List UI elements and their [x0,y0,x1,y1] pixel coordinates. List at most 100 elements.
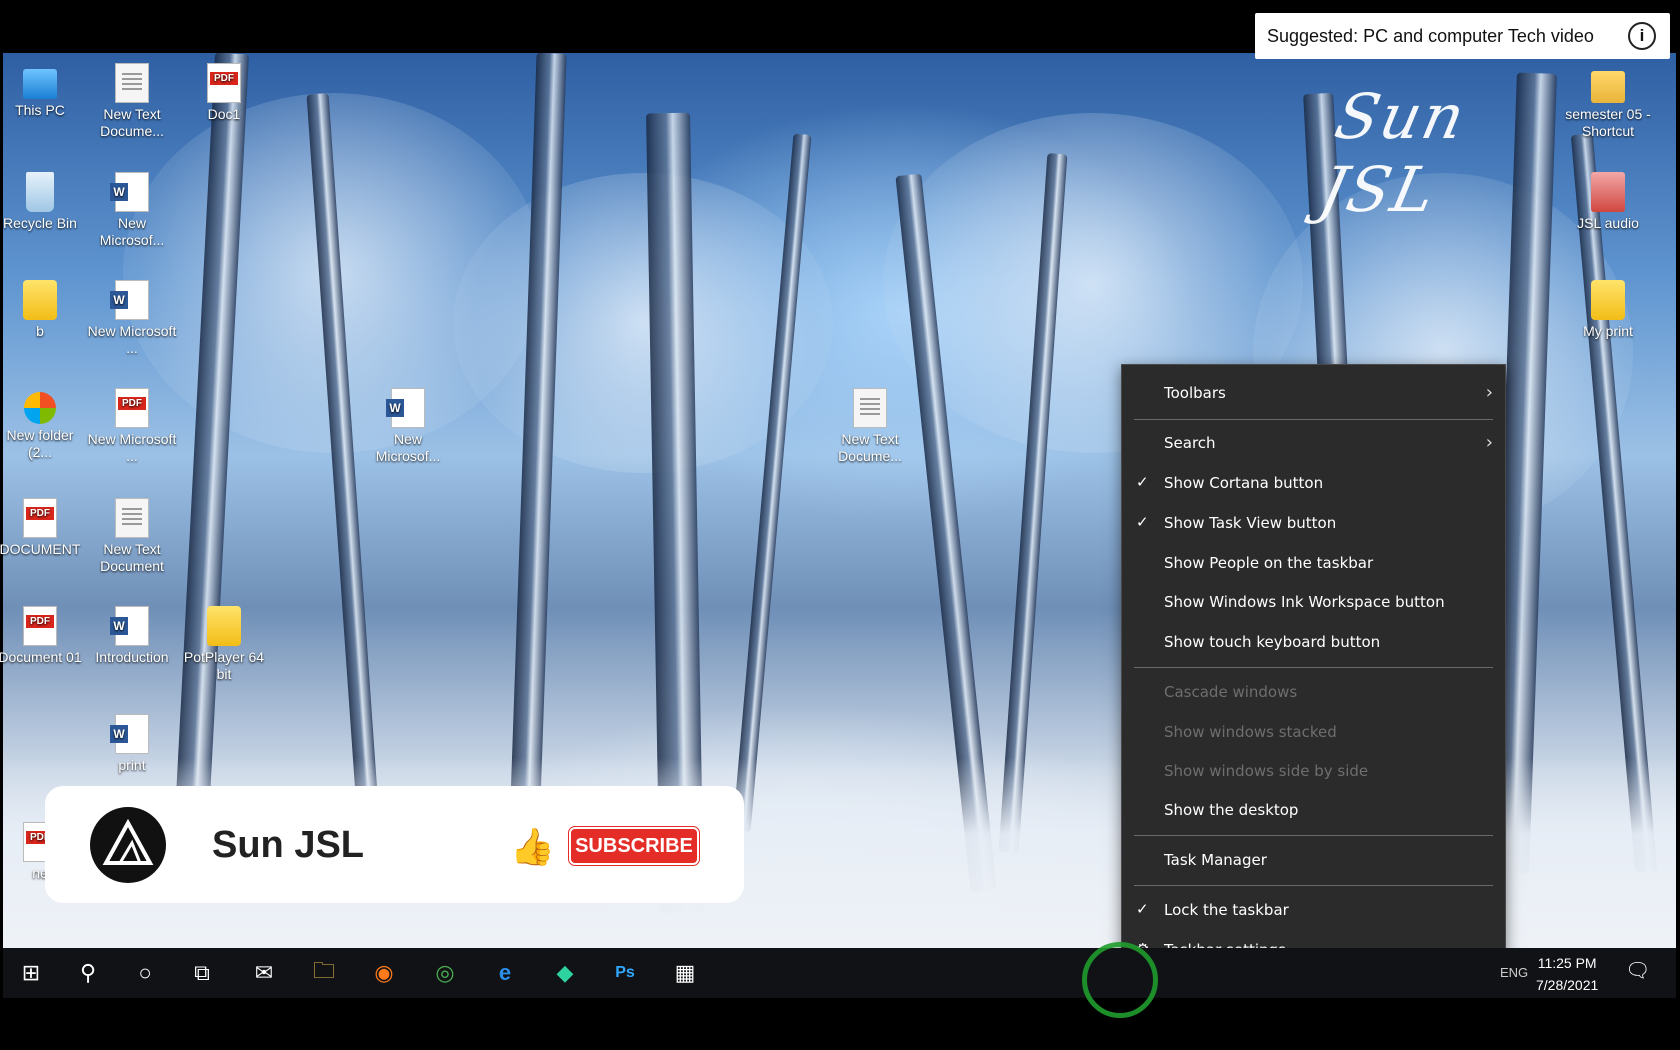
desktop-icon-new-text-document[interactable]: New Text Docume... [86,63,178,153]
photoshop-button[interactable]: Ps [597,948,653,998]
firefox-icon: ◉ [374,960,394,985]
video-frame: This PC New Text Docume... PDF Doc1 Recy… [0,0,1680,1050]
start-button[interactable]: ⊞ [3,948,59,998]
desktop-icon-document[interactable]: PDF DOCUMENT [0,498,86,588]
channel-watermark: Sun JSL [1313,80,1473,226]
audio-folder-icon [1591,172,1625,212]
thumbs-up-icon[interactable]: 👍 [510,826,555,868]
menu-item-show-desktop[interactable]: Show the desktop [1122,792,1505,828]
taskbar[interactable]: ⊞ ⚲ ○ ⧉ ✉ 🗀 ◉ ◎ e ◆ Ps ▦ ENG 11:25 PM 7/… [3,948,1676,998]
pdf-icon: PDF [115,388,149,428]
desktop-icon-recycle-bin[interactable]: Recycle Bin [0,172,86,262]
photoshop-icon: Ps [615,964,635,981]
desktop-icon-potplayer[interactable]: PotPlayer 64 bit [178,606,270,696]
word-document-icon: W [110,280,149,320]
cortana-button[interactable]: ○ [117,948,173,998]
menu-item-show-touch-keyboard[interactable]: Show touch keyboard button [1122,624,1505,660]
desktop-icon-new-microsoft-word-1[interactable]: W New Microsof... [86,172,178,262]
channel-name: Sun JSL [212,824,365,866]
taskbar-context-menu: Toolbars › Search › ✓ Show Cortana butto… [1121,364,1506,981]
menu-item-task-manager[interactable]: Task Manager [1122,842,1505,878]
app-button[interactable]: ▦ [657,948,713,998]
desktop-icon-b[interactable]: b [0,280,86,370]
desktop-icon-new-text-document-3[interactable]: New Text Document [86,498,178,588]
firefox-button[interactable]: ◉ [356,948,412,998]
menu-item-lock-taskbar[interactable]: ✓ Lock the taskbar [1122,892,1505,928]
this-pc-icon [23,69,57,99]
check-icon: ✓ [1136,513,1149,531]
word-document-icon: W [110,714,149,754]
notification-center-icon[interactable]: 🗨 [1625,958,1653,986]
suggested-video-text: Suggested: PC and computer Tech video [1267,25,1594,46]
subscribe-overlay: Sun JSL 👍 SUBSCRIBE [45,786,744,903]
menu-item-show-windows-side-by-side: Show windows side by side [1164,762,1369,780]
desktop-icon-my-print[interactable]: My print [1562,280,1654,370]
mail-icon: ✉ [254,960,274,985]
chevron-right-icon: › [1485,432,1493,453]
filmora-button[interactable]: ◆ [537,948,593,998]
clock[interactable]: 11:25 PM 7/28/2021 [1536,952,1598,996]
mail-button[interactable]: ✉ [236,948,292,998]
recycle-bin-icon [26,172,54,212]
language-indicator[interactable]: ENG [1500,965,1528,980]
search-button[interactable]: ⚲ [60,948,116,998]
chrome-icon: ◎ [435,960,455,985]
desktop-icon-this-pc[interactable]: This PC [0,63,86,153]
desktop-icon-new-microsoft-pdf[interactable]: PDF New Microsoft ... [86,388,178,478]
folder-icon: 🗀 [312,958,335,983]
text-document-icon [115,498,149,538]
potplayer-icon [207,606,241,646]
text-document-icon [853,388,887,428]
folder-icon [23,280,57,320]
suggested-video-card[interactable]: Suggested: PC and computer Tech video i [1255,13,1670,59]
chrome-button[interactable]: ◎ [417,948,473,998]
edge-icon: e [498,960,512,985]
menu-item-cascade-windows: Cascade windows [1164,683,1298,701]
desktop-icon-new-microsoft-word-3[interactable]: W New Microsof... [362,388,454,478]
filmora-icon: ◆ [556,960,574,985]
windows-logo-icon: ⊞ [21,960,41,985]
word-document-icon: W [110,606,149,646]
menu-separator [1134,667,1493,668]
menu-item-show-task-view[interactable]: ✓ Show Task View button [1122,505,1505,541]
desktop-icon-new-text-document-2[interactable]: New Text Docume... [824,388,916,478]
word-document-icon: W [110,172,149,212]
menu-item-show-ink-workspace[interactable]: Show Windows Ink Workspace button [1122,584,1505,620]
clock-date: 7/28/2021 [1536,977,1599,993]
word-document-icon: W [386,388,425,428]
desktop-icon-new-folder-2[interactable]: New folder (2... [0,388,86,478]
click-highlight-ring [1082,942,1158,1018]
menu-item-show-cortana[interactable]: ✓ Show Cortana button [1122,465,1505,501]
subscribe-button[interactable]: SUBSCRIBE [569,827,699,865]
pdf-icon: PDF [207,63,241,103]
pdf-icon: PDF [23,606,57,646]
edge-button[interactable]: e [477,948,533,998]
file-explorer-button[interactable]: 🗀 [296,948,352,998]
menu-separator [1134,885,1493,886]
text-document-icon [115,63,149,103]
desktop-icon-document-01[interactable]: PDF Document 01 [0,606,86,696]
check-icon: ✓ [1136,900,1149,918]
desktop-icon-jsl-audio[interactable]: JSL audio [1562,172,1654,262]
clock-time: 11:25 PM [1537,955,1597,971]
menu-item-show-people[interactable]: Show People on the taskbar [1122,545,1505,581]
task-view-icon: ⧉ [194,960,210,985]
menu-item-toolbars[interactable]: Toolbars › [1122,375,1505,411]
menu-item-search[interactable]: Search › [1122,425,1505,461]
edge-legacy-icon [24,392,56,424]
folder-icon [1591,280,1625,320]
search-icon: ⚲ [79,960,97,985]
menu-separator [1134,419,1493,420]
task-view-button[interactable]: ⧉ [174,948,230,998]
chevron-right-icon: › [1485,382,1493,403]
desktop-icon-introduction[interactable]: W Introduction [86,606,178,696]
cortana-circle-icon: ○ [138,960,152,985]
channel-logo [90,807,166,883]
pdf-icon: PDF [23,498,57,538]
check-icon: ✓ [1136,473,1149,491]
info-icon[interactable]: i [1628,22,1656,50]
desktop-icon-doc1[interactable]: PDF Doc1 [178,63,270,153]
menu-separator [1134,835,1493,836]
app-icon: ▦ [674,960,696,985]
desktop-icon-new-microsoft-word-2[interactable]: W New Microsoft ... [86,280,178,370]
